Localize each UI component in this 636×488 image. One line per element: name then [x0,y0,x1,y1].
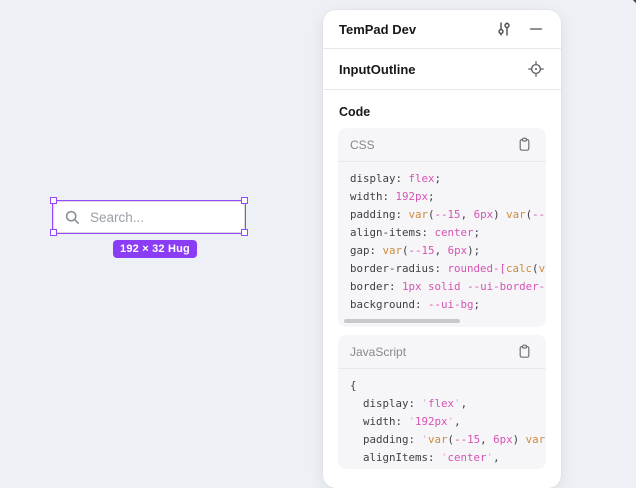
css-hscrollbar [338,316,546,327]
code-line: display: flex; [350,170,546,188]
component-name: InputOutline [339,62,526,77]
clipboard-icon [517,344,532,359]
js-code[interactable]: { display: 'flex', width: '192px', paddi… [338,369,546,469]
code-line: { [350,377,546,395]
tempad-dev-panel: TemPad Dev InputOutline [323,10,561,488]
code-line: gap: var(--15, 6px); [350,242,546,260]
selection-handle-sw[interactable] [50,229,57,236]
search-input[interactable]: Search... [53,201,245,233]
code-line: align-items: center; [350,224,546,242]
css-code-block: CSS display: flex;width: 192px;padding: … [338,128,546,327]
code-line: width: '192px', [350,413,546,431]
css-block-header: CSS [338,128,546,162]
code-line: padding: var(--15, 6px) var(-- [350,206,546,224]
selection-handle-nw[interactable] [50,197,57,204]
cursor-artifact [632,0,636,4]
css-hscrollbar-thumb[interactable] [344,319,460,323]
size-badge: 192 × 32 Hug [113,240,197,258]
component-row: InputOutline [323,49,561,90]
code-line: width: 192px; [350,188,546,206]
code-line: background: --ui-bg; [350,296,546,314]
selection-handle-ne[interactable] [241,197,248,204]
search-icon [64,209,81,226]
selection-handle-se[interactable] [241,229,248,236]
panel-header: TemPad Dev [323,10,561,49]
js-block-header: JavaScript [338,335,546,369]
panel-title: TemPad Dev [339,22,482,37]
locate-button[interactable] [526,59,546,79]
clipboard-icon [517,137,532,152]
copy-css-button[interactable] [514,135,534,155]
code-line: padding: 'var(--15, 6px) var [350,431,546,449]
preferences-button[interactable] [494,19,514,39]
code-line: alignItems: 'center', [350,449,546,467]
js-block-label: JavaScript [350,345,514,359]
copy-js-button[interactable] [514,342,534,362]
search-placeholder: Search... [90,210,144,225]
code-line: border-radius: rounded-[calc(v [350,260,546,278]
code-section-label: Code [323,90,561,128]
minus-icon [529,22,543,36]
minimize-button[interactable] [526,19,546,39]
css-code[interactable]: display: flex;width: 192px;padding: var(… [338,162,546,316]
crosshair-icon [528,61,544,77]
code-line: display: 'flex', [350,395,546,413]
css-block-label: CSS [350,138,514,152]
js-code-block: JavaScript { display: 'flex', width: '19… [338,335,546,469]
code-line: border: 1px solid --ui-border- [350,278,546,296]
figma-canvas[interactable]: Search... 192 × 32 Hug TemPad Dev [0,0,636,472]
sliders-icon [496,21,512,37]
